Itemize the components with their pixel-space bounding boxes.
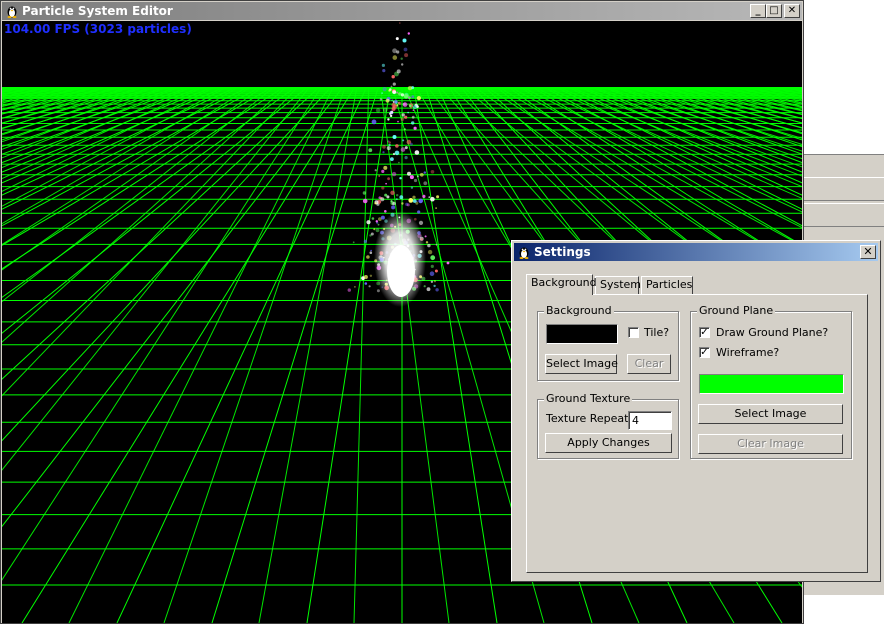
tab-system[interactable]: System xyxy=(595,276,641,294)
ground-texture-group-label: Ground Texture xyxy=(544,392,633,405)
background-color-swatch[interactable] xyxy=(546,324,618,344)
tux-icon xyxy=(7,6,17,18)
ground-plane-group: Ground Plane ✓ Draw Ground Plane? ✓ Wire… xyxy=(690,304,852,459)
minimize-button[interactable]: _ xyxy=(750,4,766,18)
texture-repeat-label: Texture Repeat: xyxy=(546,412,633,425)
tile-checkbox[interactable] xyxy=(628,327,639,338)
settings-close-button[interactable]: ✕ xyxy=(860,245,876,259)
maximize-button[interactable]: □ xyxy=(766,4,782,18)
texture-repeat-input[interactable] xyxy=(628,411,672,430)
wireframe-label: Wireframe? xyxy=(716,346,780,359)
draw-ground-plane-label: Draw Ground Plane? xyxy=(716,326,829,339)
ground-plane-color-swatch[interactable] xyxy=(699,374,844,394)
tab-background[interactable]: Background xyxy=(526,274,597,295)
close-button[interactable]: ✕ xyxy=(784,4,800,18)
background-tab-panel: Background Tile? Select Image Clear Grou… xyxy=(526,294,868,573)
background-group-label: Background xyxy=(544,304,614,317)
draw-ground-plane-checkbox[interactable]: ✓ xyxy=(699,327,710,338)
settings-title: Settings xyxy=(534,245,591,259)
tile-label: Tile? xyxy=(644,326,670,339)
ground-plane-select-image-button[interactable]: Select Image xyxy=(698,404,843,424)
ground-plane-group-label: Ground Plane xyxy=(697,304,776,317)
main-titlebar[interactable]: Particle System Editor _ □ ✕ xyxy=(2,2,802,20)
wireframe-checkbox[interactable]: ✓ xyxy=(699,347,710,358)
settings-titlebar[interactable]: Settings xyxy=(514,243,878,261)
fps-counter: 104.00 FPS (3023 particles) xyxy=(4,22,192,36)
tux-icon xyxy=(519,247,529,259)
background-window-strip xyxy=(804,203,884,227)
background-window-strip xyxy=(804,177,884,201)
background-clear-button[interactable]: Clear xyxy=(627,354,671,374)
apply-changes-button[interactable]: Apply Changes xyxy=(545,433,672,453)
tab-particles[interactable]: Particles xyxy=(641,276,693,294)
settings-dialog: Settings ✕ Background System Particles B… xyxy=(511,240,881,582)
background-group: Background Tile? Select Image Clear xyxy=(537,304,679,381)
ground-texture-group: Ground Texture Texture Repeat: Apply Cha… xyxy=(537,392,679,459)
background-select-image-button[interactable]: Select Image xyxy=(545,354,618,374)
ground-plane-clear-image-button[interactable]: Clear Image xyxy=(698,434,843,454)
main-window-title: Particle System Editor xyxy=(22,4,173,18)
